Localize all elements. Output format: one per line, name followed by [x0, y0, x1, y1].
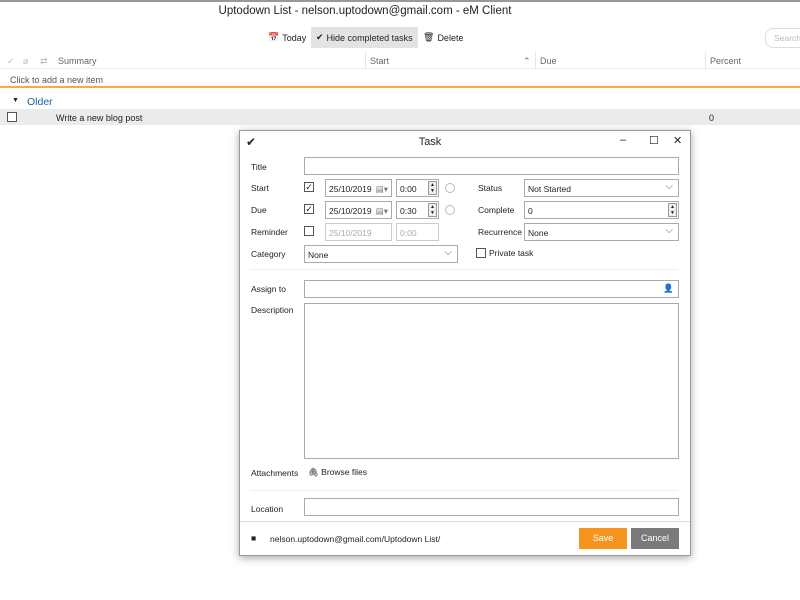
column-summary[interactable]: Summary	[58, 56, 97, 66]
delete-button[interactable]: 🗑 Delete	[418, 27, 468, 48]
attachment-column-icon[interactable]: ⌀	[23, 56, 28, 67]
task-percent: 0	[709, 113, 715, 123]
description-label: Description	[251, 305, 294, 315]
add-item-row[interactable]: Click to add a new item	[0, 71, 800, 88]
task-checkbox[interactable]	[7, 112, 17, 122]
start-label: Start	[251, 183, 269, 193]
today-label: Today	[282, 32, 307, 43]
hide-completed-label: Hide completed tasks	[326, 32, 413, 43]
today-button[interactable]: 📅 Today	[263, 27, 311, 48]
minimize-button[interactable]: –	[620, 134, 626, 146]
timezone-globe-icon[interactable]	[445, 183, 455, 193]
assign-input[interactable]: 👤	[304, 280, 679, 298]
group-older[interactable]: Older	[27, 96, 53, 108]
category-select[interactable]: None	[304, 245, 458, 263]
delete-label: Delete	[437, 32, 464, 43]
due-checkbox[interactable]: ✓	[304, 204, 314, 214]
location-label: Location	[251, 504, 284, 514]
reminder-label: Reminder	[251, 227, 288, 237]
private-task-checkbox[interactable]	[476, 248, 486, 258]
task-summary: Write a new blog post	[56, 113, 143, 123]
start-date-picker[interactable]: 25/10/2019 ▤▾	[325, 179, 392, 197]
complete-column-icon[interactable]: ✓	[7, 56, 15, 67]
save-button[interactable]: Save	[579, 528, 627, 549]
category-label: Category	[251, 249, 286, 259]
assign-label: Assign to	[251, 284, 286, 294]
cancel-button[interactable]: Cancel	[631, 528, 679, 549]
hide-completed-button[interactable]: ✔ Hide completed tasks	[311, 27, 418, 48]
column-percent[interactable]: Percent	[710, 56, 741, 66]
window-border	[0, 0, 800, 2]
column-start[interactable]: Start	[370, 56, 389, 66]
status-label: Status	[478, 183, 503, 193]
recurrence-column-icon[interactable]: ⇄	[40, 56, 48, 67]
title-label: Title	[251, 162, 267, 172]
due-date-picker[interactable]: 25/10/2019 ▤▾	[325, 201, 392, 219]
search-input[interactable]: Search	[765, 28, 800, 48]
add-person-icon[interactable]: 👤	[663, 283, 674, 294]
reminder-time-input: 0:00	[396, 223, 439, 241]
calendar-icon: 📅	[268, 32, 280, 42]
check-icon: ✔	[316, 32, 324, 42]
attachments-label: Attachments	[251, 468, 299, 478]
reminder-date-picker: 25/10/2019	[325, 223, 392, 241]
start-time-input[interactable]: 0:00 ▲ ▼	[396, 179, 439, 197]
trash-icon: 🗑	[423, 32, 435, 42]
maximize-button[interactable]: ☐	[649, 134, 659, 147]
collapse-icon[interactable]: ▼	[12, 97, 19, 104]
recurrence-label: Recurrence	[478, 227, 522, 237]
title-input[interactable]	[304, 157, 679, 175]
window-title: Uptodown List - nelson.uptodown@gmail.co…	[218, 5, 512, 17]
complete-input[interactable]: 0 ▲ ▼	[524, 201, 679, 219]
column-header: ✓ ⌀ ⇄ Summary Start ⌃ Due Percent	[0, 52, 800, 69]
private-task-label: Private task	[489, 248, 534, 258]
status-select[interactable]: Not Started	[524, 179, 679, 197]
browse-files-button[interactable]: 🖇 Browse files	[308, 467, 367, 478]
due-label: Due	[251, 205, 267, 215]
close-button[interactable]: ✕	[673, 134, 682, 147]
location-input[interactable]	[304, 498, 679, 516]
table-row[interactable]: Write a new blog post 0	[0, 109, 800, 125]
sort-asc-icon: ⌃	[523, 56, 531, 66]
dialog-title: Task	[418, 136, 442, 148]
reminder-checkbox[interactable]	[304, 226, 314, 236]
timezone-globe-icon[interactable]	[445, 205, 455, 215]
folder-icon: ■	[251, 533, 257, 543]
folder-path: nelson.uptodown@gmail.com/Uptodown List/	[270, 534, 441, 544]
description-textarea[interactable]	[304, 303, 679, 459]
complete-label: Complete	[478, 205, 515, 215]
due-time-input[interactable]: 0:30 ▲ ▼	[396, 201, 439, 219]
paperclip-icon: 🖇	[308, 467, 319, 477]
task-dialog: ✔ Task – ☐ ✕ Title Start ✓ 25/10/2019 ▤▾ …	[239, 130, 691, 556]
start-checkbox[interactable]: ✓	[304, 182, 314, 192]
recurrence-select[interactable]: None	[524, 223, 679, 241]
column-due[interactable]: Due	[540, 56, 557, 66]
